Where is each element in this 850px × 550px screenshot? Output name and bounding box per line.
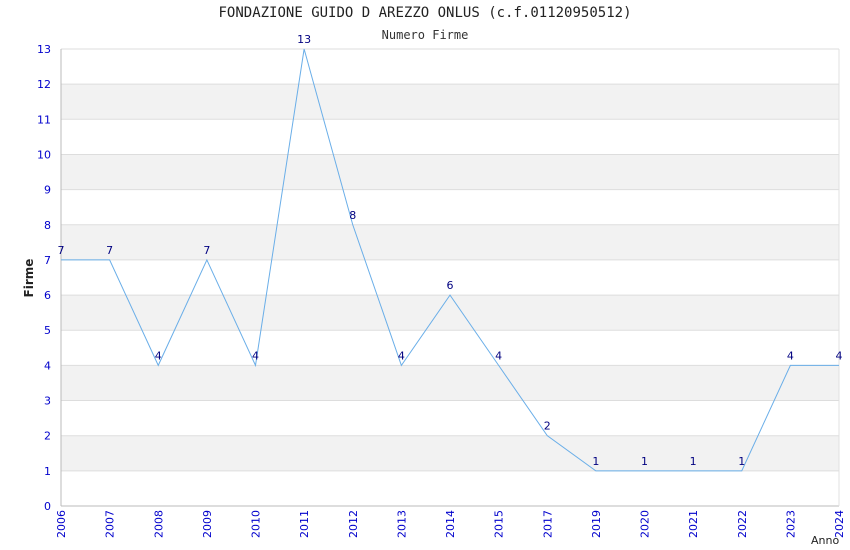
plot-band	[61, 330, 839, 366]
data-label: 4	[398, 349, 405, 362]
x-tick-label: 2009	[201, 510, 214, 538]
x-tick-label: 2008	[152, 510, 165, 538]
x-tick-label: 2021	[687, 510, 700, 538]
data-label: 1	[641, 455, 648, 468]
y-axis-label: Firme	[22, 259, 36, 298]
data-label: 7	[58, 244, 65, 257]
y-tick-label: 1	[44, 465, 51, 478]
x-tick-label: 2022	[736, 510, 749, 538]
x-axis-label: Anno	[811, 534, 839, 547]
plot-band	[61, 84, 839, 120]
data-label: 1	[690, 455, 697, 468]
x-tick-label: 2010	[250, 510, 263, 538]
y-tick-label: 5	[44, 324, 51, 337]
y-tick-label: 8	[44, 219, 51, 232]
x-tick-label: 2015	[493, 510, 506, 538]
y-tick-label: 7	[44, 254, 51, 267]
data-label: 4	[495, 349, 502, 362]
y-tick-label: 12	[37, 78, 51, 91]
y-tick-labels: 012345678910111213	[37, 43, 51, 513]
y-tick-label: 9	[44, 184, 51, 197]
plot-band	[61, 295, 839, 331]
plot-band	[61, 400, 839, 436]
y-tick-label: 3	[44, 395, 51, 408]
y-tick-label: 2	[44, 430, 51, 443]
plot-band	[61, 189, 839, 225]
x-tick-label: 2017	[541, 510, 554, 538]
y-tick-label: 0	[44, 500, 51, 513]
plot-band	[61, 119, 839, 155]
y-tick-label: 10	[37, 148, 51, 161]
plot-bands	[61, 49, 839, 506]
plot-band	[61, 435, 839, 471]
y-tick-label: 13	[37, 43, 51, 56]
data-label: 7	[203, 244, 210, 257]
data-label: 7	[106, 244, 113, 257]
plot-band	[61, 224, 839, 260]
data-label: 1	[738, 455, 745, 468]
x-tick-label: 2014	[444, 510, 457, 538]
x-tick-label: 2011	[298, 510, 311, 538]
y-tick-label: 11	[37, 113, 51, 126]
line-chart: 012345678910111213 2006 2007 2008 2009 2010 2…	[22, 33, 846, 547]
data-label: 13	[297, 33, 311, 46]
plot-band	[61, 49, 839, 85]
data-label: 6	[447, 279, 454, 292]
data-label: 4	[787, 349, 794, 362]
x-tick-label: 2006	[55, 510, 68, 538]
data-label: 4	[252, 349, 259, 362]
x-tick-label: 2013	[395, 510, 408, 538]
data-label: 4	[155, 349, 162, 362]
x-tick-label: 2019	[590, 510, 603, 538]
y-tick-label: 4	[44, 359, 51, 372]
data-label: 1	[592, 455, 599, 468]
x-tick-label: 2020	[639, 510, 652, 538]
data-label: 8	[349, 209, 356, 222]
data-label: 4	[836, 349, 843, 362]
plot-band	[61, 470, 839, 506]
x-tick-labels: 2006 2007 2008 2009 2010 2011 2012 2013 2014 2015…	[55, 510, 846, 538]
y-tick-label: 6	[44, 289, 51, 302]
data-label: 2	[544, 420, 551, 433]
x-tick-label: 2023	[784, 510, 797, 538]
plot-band	[61, 154, 839, 190]
x-tick-label: 2012	[347, 510, 360, 538]
x-tick-label: 2007	[104, 510, 117, 538]
plot-band	[61, 365, 839, 401]
